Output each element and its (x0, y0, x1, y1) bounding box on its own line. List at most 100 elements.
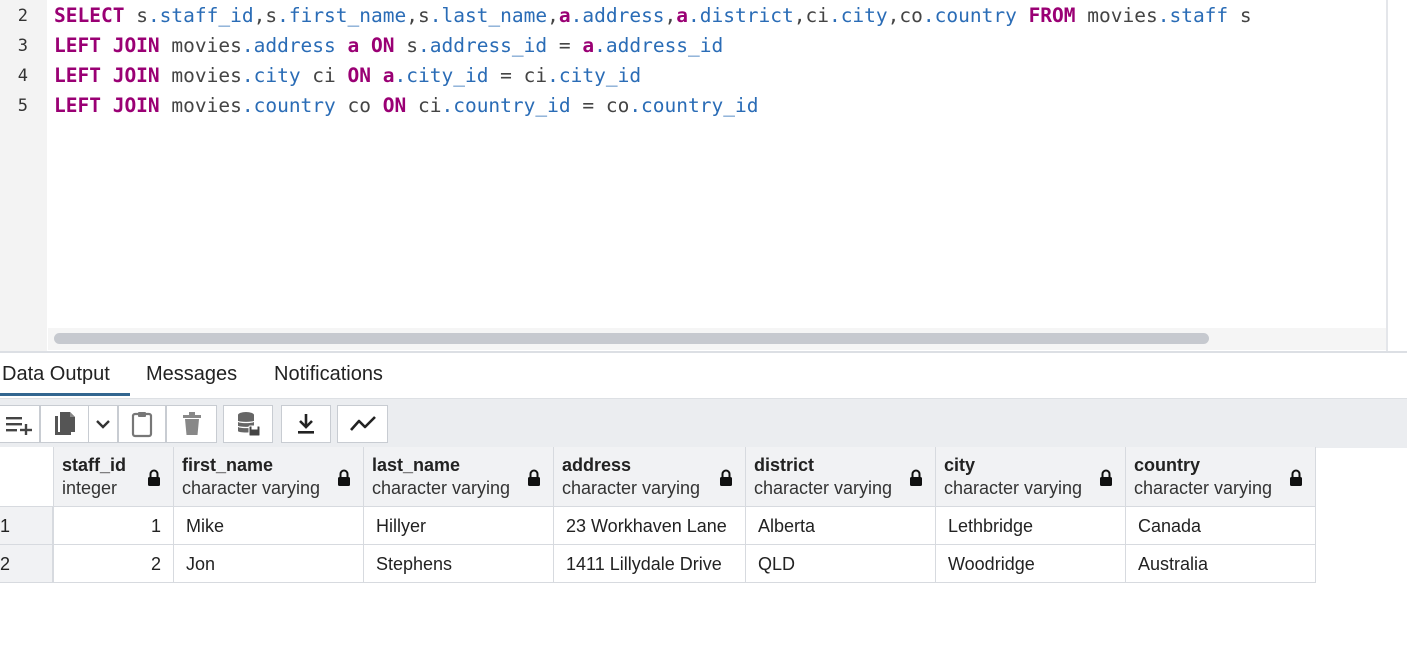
column-name: city (944, 455, 976, 475)
sql-text: movies (1075, 4, 1158, 27)
sql-identifier: .city (241, 64, 301, 87)
tab-notifications[interactable]: Notifications (274, 363, 383, 386)
sql-text: movies (159, 34, 242, 57)
sql-text: , (547, 4, 559, 27)
column-header-city[interactable]: city character varying (936, 447, 1126, 507)
tab-data-output[interactable]: Data Output (2, 363, 110, 386)
table-cell[interactable]: Mike (174, 507, 364, 545)
add-row-button[interactable] (0, 405, 40, 443)
save-data-icon (235, 410, 261, 438)
sql-text: ,s (406, 4, 430, 27)
sql-identifier: .address (241, 34, 336, 57)
sql-identifier: .address (570, 4, 665, 27)
table-cell[interactable]: 23 Workhaven Lane (554, 507, 746, 545)
line-number: 5 (17, 96, 28, 116)
column-header-district[interactable]: district character varying (746, 447, 936, 507)
sql-text: = ci (488, 64, 548, 87)
sql-text: = (547, 34, 583, 57)
sql-keyword: FROM (1028, 4, 1076, 27)
column-name: last_name (372, 455, 461, 475)
code-line[interactable]: LEFT JOIN movies.address a ON s.address_… (54, 31, 723, 61)
lock-icon (527, 469, 541, 492)
vertical-splitter (1386, 0, 1388, 352)
column-name: address (562, 455, 632, 475)
graph-visualiser-button[interactable] (337, 405, 388, 443)
sql-keyword: SELECT (54, 4, 125, 27)
table-cell[interactable]: Woodridge (936, 545, 1126, 583)
sql-text: movies (159, 94, 242, 117)
sql-identifier: .last_name (429, 4, 548, 27)
column-header-country[interactable]: country character varying (1126, 447, 1316, 507)
row-number[interactable]: 1 (0, 507, 54, 545)
line-number: 2 (17, 6, 28, 26)
sql-code-area[interactable]: SELECT s.staff_id,s.first_name,s.last_na… (54, 0, 1384, 330)
column-header-last-name[interactable]: last_name character varying (364, 447, 554, 507)
paste-button[interactable] (118, 405, 166, 443)
sql-keyword: ON (371, 34, 395, 57)
column-header-first-name[interactable]: first_name character varying (174, 447, 364, 507)
table-cell[interactable]: Alberta (746, 507, 936, 545)
sql-identifier: .staff_id (147, 4, 254, 27)
sql-identifier: .staff (1157, 4, 1229, 27)
sql-text: co (335, 94, 383, 117)
column-type: character varying (1134, 478, 1273, 498)
sql-keyword: LEFT JOIN (54, 64, 160, 87)
grid-corner (0, 447, 54, 507)
sql-identifier: .district (688, 4, 794, 27)
query-editor[interactable]: 2 3 4 5 SELECT s.staff_id,s.first_name,s… (0, 0, 1407, 352)
code-line[interactable]: LEFT JOIN movies.city ci ON a.city_id = … (54, 61, 641, 91)
table-cell[interactable]: Stephens (364, 545, 554, 583)
sql-keyword: a (382, 64, 395, 87)
sql-text: ,co (887, 4, 923, 27)
table-cell[interactable]: Jon (174, 545, 364, 583)
sql-keyword: LEFT JOIN (54, 94, 160, 117)
delete-button[interactable] (166, 405, 217, 443)
column-type: character varying (754, 478, 893, 498)
table-cell[interactable]: Canada (1126, 507, 1316, 545)
delete-icon (181, 411, 203, 437)
download-button[interactable] (281, 405, 331, 443)
code-line[interactable]: SELECT s.staff_id,s.first_name,s.last_na… (54, 1, 1252, 31)
table-cell[interactable]: 2 (54, 545, 174, 583)
line-number: 3 (17, 36, 28, 56)
sql-text: ci (300, 64, 348, 87)
sql-identifier: .country (922, 4, 1017, 27)
column-name: district (754, 455, 815, 475)
chevron-down-icon (95, 418, 111, 430)
sql-keyword: ON (347, 64, 372, 87)
copy-button[interactable] (40, 405, 89, 443)
sql-identifier: .first_name (277, 4, 407, 27)
sql-keyword: a (676, 4, 689, 27)
sql-text: ci (406, 94, 442, 117)
table-cell[interactable]: 1 (54, 507, 174, 545)
lock-icon (1099, 469, 1113, 492)
add-row-icon (4, 413, 34, 435)
table-cell[interactable]: 1411 Lillydale Drive (554, 545, 746, 583)
copy-icon (52, 410, 78, 438)
sql-keyword: LEFT JOIN (54, 34, 160, 57)
download-icon (295, 412, 317, 436)
table-cell[interactable]: QLD (746, 545, 936, 583)
sql-keyword: a (347, 34, 360, 57)
row-number[interactable]: 2 (0, 545, 54, 583)
copy-options-dropdown[interactable] (88, 405, 118, 443)
column-type: character varying (562, 478, 701, 498)
tab-messages[interactable]: Messages (146, 363, 237, 386)
column-header-address[interactable]: address character varying (554, 447, 746, 507)
table-cell[interactable]: Australia (1126, 545, 1316, 583)
results-tabs: Data Output Messages Notifications (0, 353, 1407, 398)
column-type: integer (62, 478, 118, 498)
line-number-gutter: 2 3 4 5 (0, 0, 47, 352)
sql-text: s (394, 34, 418, 57)
column-header-staff-id[interactable]: staff_id integer (54, 447, 174, 507)
save-data-changes-button[interactable] (223, 405, 273, 443)
code-line[interactable]: LEFT JOIN movies.country co ON ci.countr… (54, 91, 758, 121)
sql-text: movies (159, 64, 242, 87)
table-cell[interactable]: Lethbridge (936, 507, 1126, 545)
sql-keyword: a (582, 34, 595, 57)
table-cell[interactable]: Hillyer (364, 507, 554, 545)
horizontal-scrollbar-thumb[interactable] (54, 333, 1209, 344)
lock-icon (909, 469, 923, 492)
